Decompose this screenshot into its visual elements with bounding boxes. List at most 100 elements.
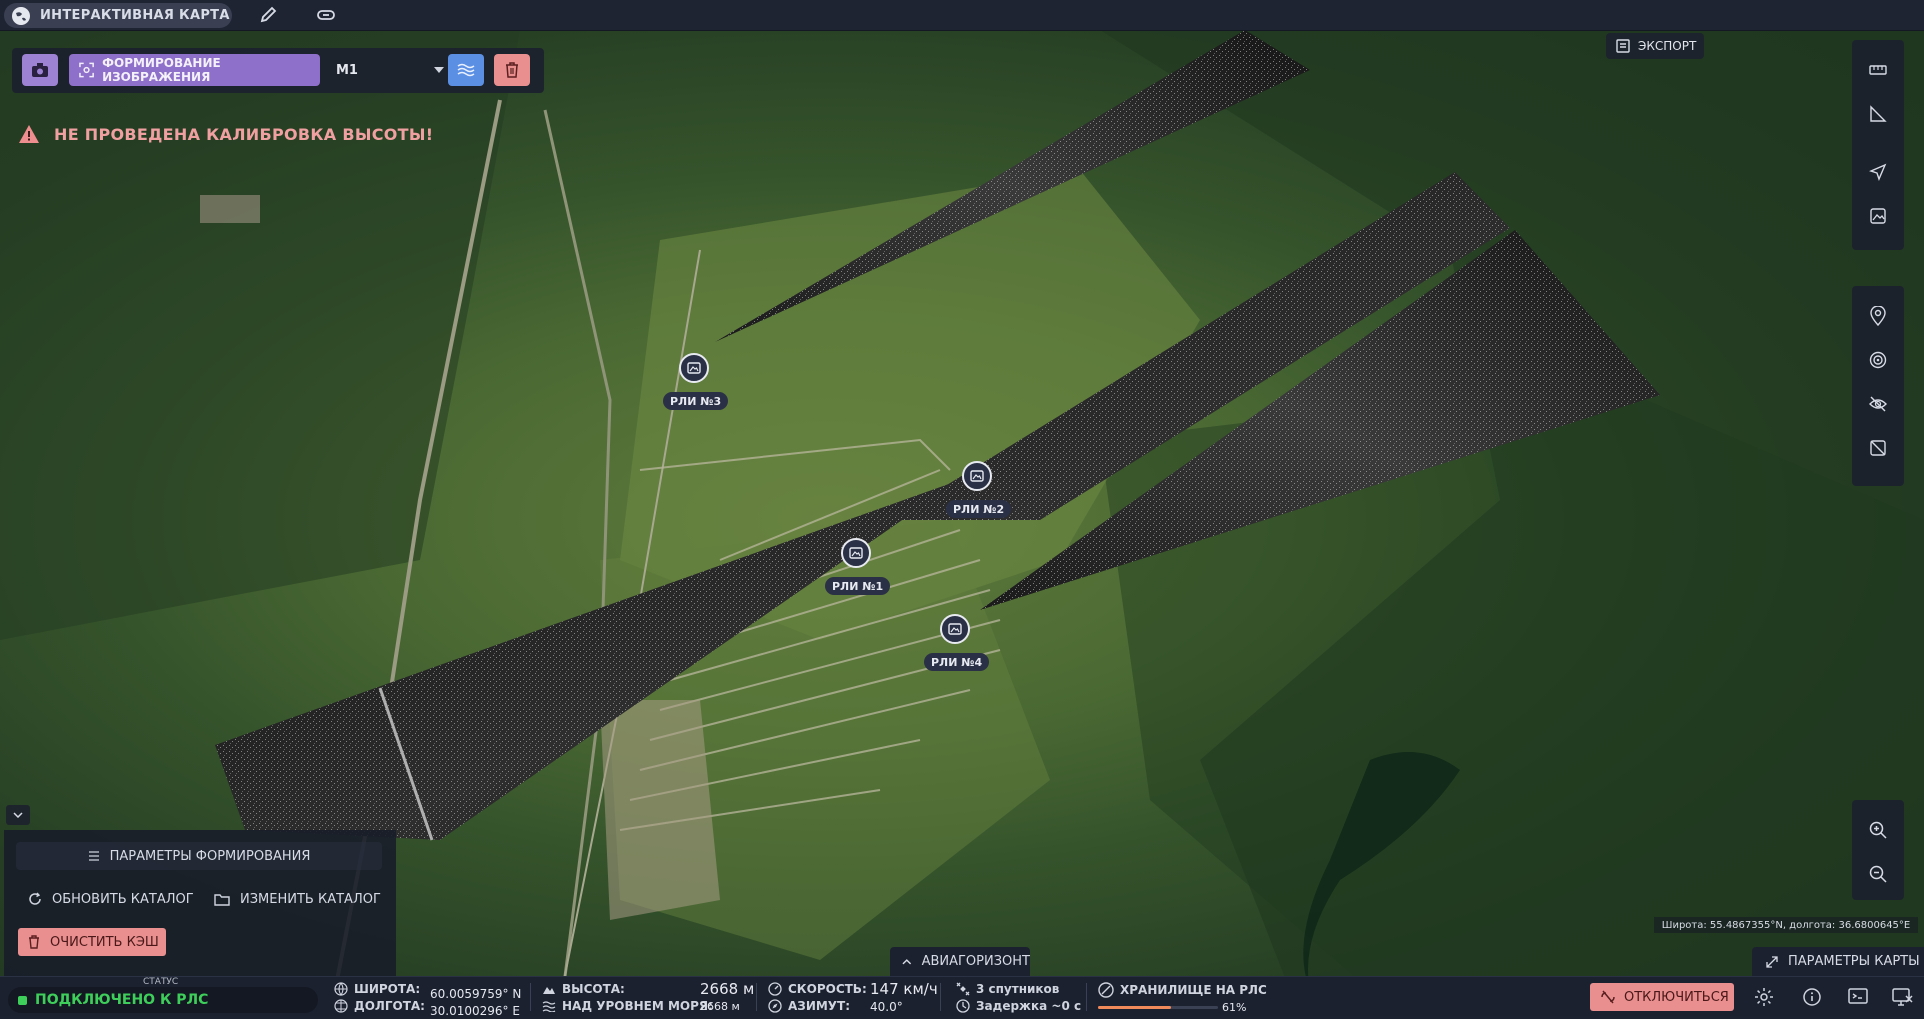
marker-label-1: РЛИ №1 <box>825 577 891 595</box>
tab-interactive-map[interactable]: ИНТЕРАКТИВНАЯ КАРТА <box>4 3 232 28</box>
info-button[interactable] <box>1802 987 1822 1007</box>
zoom-in-button[interactable] <box>1860 812 1896 848</box>
change-catalog-button[interactable]: ИЗМЕНИТЬ КАТАЛОГ <box>204 885 390 913</box>
globe-lat-icon <box>334 982 348 996</box>
monitor-icon <box>1892 988 1913 1006</box>
folder-icon <box>214 893 230 906</box>
satellite-icon <box>956 982 970 996</box>
horizon-tab[interactable]: АВИАГОРИЗОНТ <box>890 947 1030 976</box>
connection-status: ПОДКЛЮЧЕНО К РЛС <box>8 987 318 1013</box>
radar-wedge-2 <box>890 172 1660 610</box>
change-catalog-label: ИЗМЕНИТЬ КАТАЛОГ <box>240 891 381 907</box>
angle-icon <box>1870 105 1887 122</box>
altitude-row: ВЫСОТА: <box>542 982 625 996</box>
terminal-button[interactable] <box>1848 987 1868 1005</box>
speed-value: 147 км/ч <box>870 980 938 998</box>
target-button[interactable] <box>1860 342 1896 378</box>
pencil-icon[interactable] <box>258 5 278 25</box>
camera-button[interactable] <box>22 54 58 86</box>
waves-icon <box>457 63 475 77</box>
divider <box>756 983 757 1011</box>
zoom-out-button[interactable] <box>1860 856 1896 892</box>
map-params-label: ПАРАМЕТРЫ КАРТЫ <box>1788 954 1920 969</box>
formation-params-label: ПАРАМЕТРЫ ФОРМИРОВАНИЯ <box>109 848 311 864</box>
horizon-label: АВИАГОРИЗОНТ <box>921 954 1030 969</box>
eye-off-icon <box>1869 396 1887 412</box>
msl-row: НАД УРОВНЕМ МОРЯ: <box>542 999 713 1013</box>
status-bar: СТАТУС ПОДКЛЮЧЕНО К РЛС ШИРОТА: 60.00597… <box>0 976 1924 1018</box>
zoom-panel <box>1852 800 1904 900</box>
send-icon <box>1869 163 1887 181</box>
angle-button[interactable] <box>1860 96 1896 132</box>
image-off-icon <box>1870 440 1886 456</box>
disconnect-button[interactable]: ОТКЛЮЧИТЬСЯ <box>1590 983 1734 1011</box>
marker-label-2: РЛИ №2 <box>946 500 1012 518</box>
divider <box>1086 983 1087 1011</box>
delete-button[interactable] <box>494 54 530 86</box>
image-icon <box>1870 208 1886 224</box>
marker-rli-2[interactable] <box>962 461 992 491</box>
export-button[interactable]: ЭКСПОРТ <box>1606 33 1704 59</box>
longitude-value: 30.0100296° E <box>430 1004 520 1018</box>
mountain-icon <box>543 987 555 994</box>
msl-label: НАД УРОВНЕМ МОРЯ: <box>562 999 713 1013</box>
status-caption: СТАТУС <box>143 977 179 987</box>
marker-rli-1[interactable] <box>841 538 871 568</box>
marker-rli-4[interactable] <box>940 614 970 644</box>
photo-icon <box>687 362 701 374</box>
location-pin-button[interactable] <box>1860 298 1896 334</box>
storage-progress-track <box>1098 1006 1218 1009</box>
chevron-down-icon <box>434 67 444 73</box>
map-params-tab[interactable]: ПАРАМЕТРЫ КАРТЫ <box>1752 947 1924 976</box>
clear-cache-button[interactable]: ОЧИСТИТЬ КЭШ <box>18 928 166 956</box>
azimuth-label: АЗИМУТ: <box>788 999 851 1013</box>
radar-wedge-1 <box>215 480 960 841</box>
latitude-row: ШИРОТА: <box>334 982 420 996</box>
export-icon <box>1616 39 1630 53</box>
target-icon <box>1869 351 1887 369</box>
longitude-row: ДОЛГОТА: <box>334 999 425 1013</box>
marker-rli-3[interactable] <box>679 353 709 383</box>
satellites-text: 3 спутников <box>976 982 1060 996</box>
msl-value: 2668 м <box>700 1000 740 1013</box>
collapse-panel-button[interactable] <box>6 805 30 825</box>
catalog-panel: ПАРАМЕТРЫ ФОРМИРОВАНИЯ ОБНОВИТЬ КАТАЛОГ … <box>4 830 396 976</box>
image-toolbar: ФОРМИРОВАНИЕ ИЗОБРАЖЕНИЯ М1 <box>12 48 544 93</box>
location-pin-icon <box>1870 306 1886 326</box>
mode-select[interactable]: М1 <box>330 54 450 86</box>
image-button[interactable] <box>1860 198 1896 234</box>
expand-icon <box>1766 955 1778 968</box>
info-icon <box>1803 988 1821 1006</box>
sea-level-icon <box>542 1001 556 1012</box>
list-icon <box>88 851 99 861</box>
export-label: ЭКСПОРТ <box>1638 39 1697 53</box>
trash-icon <box>506 62 518 78</box>
frame-icon <box>79 62 94 78</box>
formation-params-button[interactable]: ПАРАМЕТРЫ ФОРМИРОВАНИЯ <box>16 842 382 870</box>
azimuth-value: 40.0° <box>870 1000 903 1014</box>
settings-button[interactable] <box>1754 987 1774 1007</box>
storage-percent: 61% <box>1222 1001 1247 1014</box>
delay-row: Задержка ~0 с <box>956 999 1081 1013</box>
speedometer-icon <box>768 982 782 996</box>
divider <box>530 983 531 1011</box>
right-tools-panel-1 <box>1852 40 1904 250</box>
gear-icon <box>1755 988 1773 1006</box>
camera-icon <box>32 63 48 77</box>
monitor-button[interactable] <box>1892 987 1914 1007</box>
form-image-button[interactable]: ФОРМИРОВАНИЕ ИЗОБРАЖЕНИЯ <box>69 54 320 86</box>
radar-wedge-3 <box>715 30 1310 342</box>
hide-button[interactable] <box>1860 386 1896 422</box>
speed-label: СКОРОСТЬ: <box>788 982 867 996</box>
refresh-catalog-label: ОБНОВИТЬ КАТАЛОГ <box>52 891 194 907</box>
marker-label-4: РЛИ №4 <box>924 653 990 671</box>
refresh-catalog-button[interactable]: ОБНОВИТЬ КАТАЛОГ <box>16 885 196 913</box>
layers-button[interactable] <box>448 54 484 86</box>
image-off-button[interactable] <box>1860 430 1896 466</box>
ruler-button[interactable] <box>1860 52 1896 88</box>
speed-row: СКОРОСТЬ: <box>768 982 867 996</box>
storage-row: ХРАНИЛИЩЕ НА РЛС <box>1098 982 1267 998</box>
navigate-button[interactable] <box>1860 154 1896 190</box>
link-icon[interactable] <box>316 6 336 24</box>
unlink-icon <box>1601 990 1615 1004</box>
